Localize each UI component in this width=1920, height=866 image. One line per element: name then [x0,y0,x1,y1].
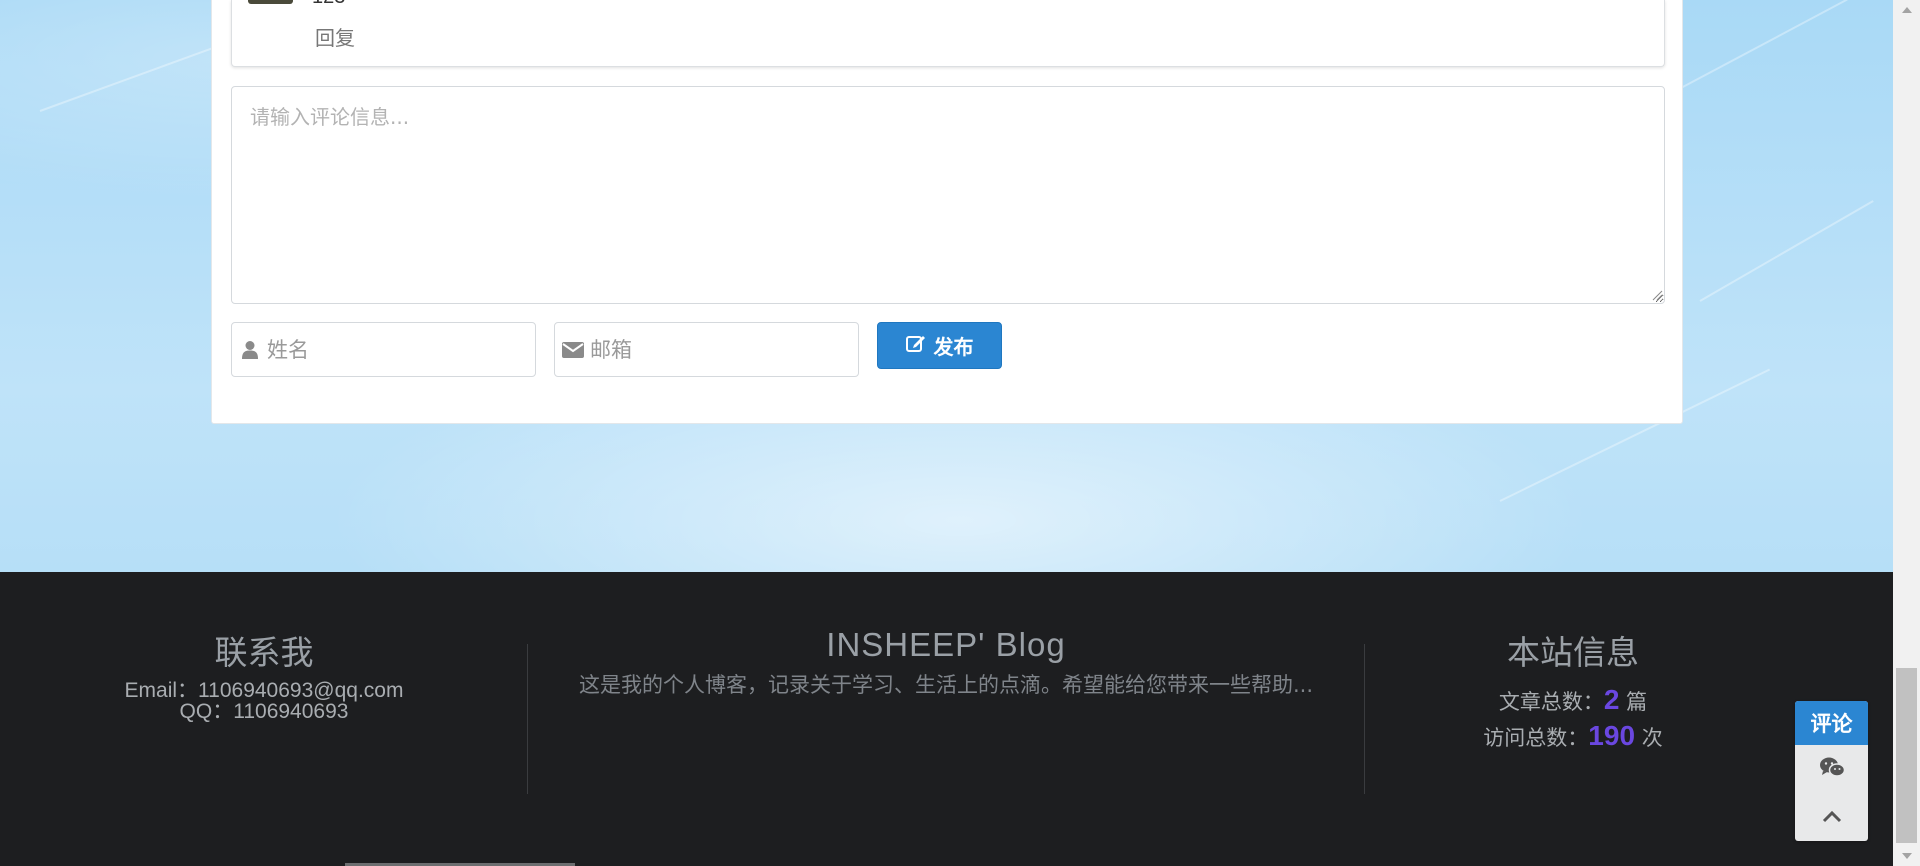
contact-title: 联系我 [214,633,314,672]
site-info-title: 本站信息 [1507,633,1639,672]
article-count-label: 文章总数： [1498,690,1604,714]
visit-count-stat: 访问总数：190 次 [1380,720,1766,752]
background-streak [1699,200,1874,302]
reply-link[interactable]: 回复 [315,22,355,51]
avatar [248,0,293,4]
comment-text: 123 [312,0,345,9]
blog-description: 这是我的个人博客，记录关于学习、生活上的点滴。希望能给您带来一些帮助... [578,673,1314,697]
wechat-icon [1819,756,1845,782]
scrollbar-thumb[interactable] [1896,668,1917,843]
floating-side-widget: 评论 [1795,701,1868,841]
comment-card: 123 回复 发布 [211,0,1683,424]
edit-icon [905,333,926,358]
side-comment-button[interactable]: 评论 [1795,701,1868,745]
footer-divider [527,644,528,794]
visit-count-value: 190 [1588,720,1636,751]
footer-site-info: 本站信息 文章总数：2 篇 访问总数：190 次 [1380,622,1766,752]
name-input[interactable] [267,323,535,376]
article-count-value: 2 [1603,684,1620,715]
visit-count-unit: 次 [1641,726,1663,750]
envelope-icon [555,341,590,358]
name-field[interactable] [231,322,536,377]
footer-divider [1364,644,1365,794]
user-icon [232,340,267,360]
chevron-up-icon [1822,808,1842,827]
visit-count-label: 访问总数： [1483,726,1589,750]
footer-blog: INSHEEP' Blog 这是我的个人博客，记录关于学习、生活上的点滴。希望能… [550,622,1342,698]
vertical-scrollbar[interactable] [1893,0,1920,866]
scroll-up-arrow-icon[interactable] [1893,0,1920,20]
email-input[interactable] [590,323,858,376]
contact-qq: QQ：1106940693 [179,700,349,723]
email-field[interactable] [554,322,859,377]
resize-grip-icon[interactable] [1651,289,1663,301]
publish-label: 发布 [933,335,974,359]
wechat-button[interactable] [1795,745,1868,793]
publish-button[interactable]: 发布 [877,322,1002,369]
article-count-unit: 篇 [1626,690,1648,714]
footer-contact: 联系我 Email：1106940693@qq.com QQ：110694069… [0,622,528,722]
footer: 联系我 Email：1106940693@qq.com QQ：110694069… [0,572,1893,866]
comment-item: 123 回复 [231,0,1665,67]
article-count-stat: 文章总数：2 篇 [1380,684,1766,716]
blog-title: INSHEEP' Blog [826,626,1066,663]
scroll-down-arrow-icon[interactable] [1893,846,1920,866]
comment-textarea[interactable] [231,86,1665,304]
contact-email: Email：1106940693@qq.com [124,679,404,702]
back-to-top-button[interactable] [1795,793,1868,841]
